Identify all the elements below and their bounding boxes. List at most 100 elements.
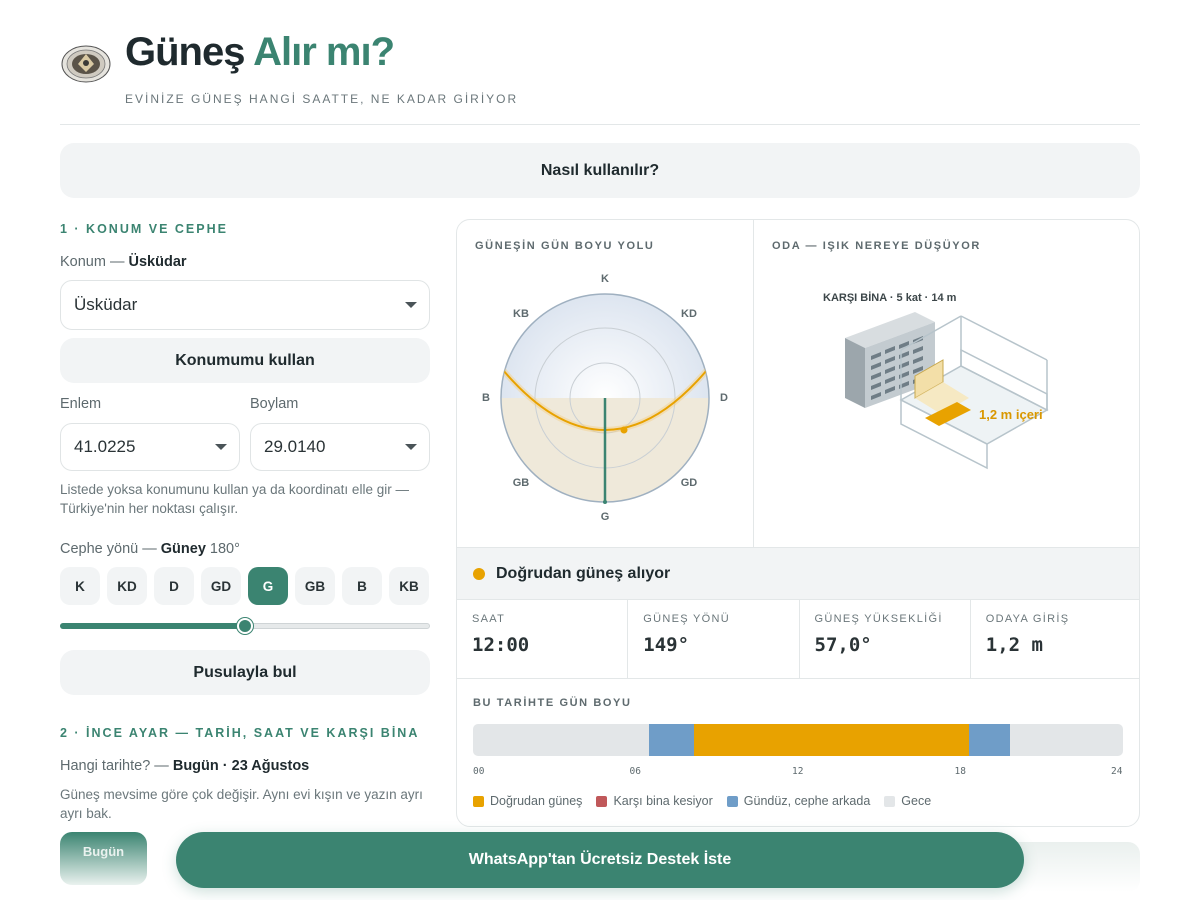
compass-find-button[interactable]: Pusulayla bul [60, 650, 430, 695]
location-label: Konum — Üsküdar [60, 254, 187, 270]
room-diagram: KARŞI BİNA · 5 kat · 14 m 1,2 m içeri [823, 291, 1049, 470]
section-title-location: 1 · KONUM VE CEPHE [60, 222, 228, 236]
sun-status-bar: Doğrudan güneş alıyor [457, 547, 1139, 600]
sun-position-dot [620, 426, 628, 434]
day-timeline-title: BU TARİHTE GÜN BOYU [473, 697, 632, 709]
date-label: Hangi tarihte? — Bugün · 23 Ağustos [60, 758, 309, 774]
timeline-tick-label: 00 [473, 766, 485, 777]
legend-label: Gündüz, cephe arkada [743, 794, 871, 808]
facade-direction-end [603, 500, 607, 504]
stat-key: ODAYA GİRİŞ [985, 613, 1070, 625]
legend-item: Gece [884, 794, 931, 808]
legend-label: Doğrudan güneş [490, 794, 583, 808]
timeline-tick-label: 06 [629, 766, 641, 777]
date-hint: Güneş mevsime göre çok değişir. Aynı evi… [60, 787, 423, 821]
timeline-tick-label: 18 [954, 766, 966, 777]
timeline-tick-label: 12 [792, 766, 804, 777]
title-main: Güneş [125, 30, 245, 74]
stat-room-entry: ODAYA GİRİŞ 1,2 m [971, 600, 1139, 678]
legend-swatch [884, 795, 896, 807]
how-to-use-button[interactable]: Nasıl kullanılır? [60, 143, 1140, 198]
facade-dir-button-kb[interactable]: KB [389, 567, 429, 605]
stat-key: GÜNEŞ YÜKSEKLİĞİ [814, 613, 943, 625]
location-hint: Listede yoksa konumunu kullan ya da koor… [60, 482, 409, 516]
stat-sun-altitude: GÜNEŞ YÜKSEKLİĞİ 57,0° [800, 600, 971, 678]
slider-thumb[interactable] [237, 618, 253, 634]
chevron-down-icon [405, 444, 417, 450]
stat-value: 1,2 m [985, 634, 1043, 656]
title-accent: Alır mı? [253, 30, 395, 74]
timeline-tick-label: 24 [1111, 766, 1123, 777]
lon-select[interactable]: 29.0140 [250, 423, 430, 471]
compass-label-kd: KD [681, 308, 697, 320]
facade-label-prefix: Cephe yönü — [60, 541, 157, 557]
date-label-value: Bugün · 23 Ağustos [172, 758, 310, 774]
compass-label-g: G [601, 511, 610, 523]
facade-label: Cephe yönü — Güney 180° [60, 541, 240, 557]
lat-select[interactable]: 41.0225 [60, 423, 240, 471]
date-label-prefix: Hangi tarihte? — [60, 758, 169, 774]
compass-label-gb: GB [513, 477, 530, 489]
day-timeline-bar [473, 724, 1123, 756]
facade-dir-button-k[interactable]: K [60, 567, 100, 605]
sun-path-diagram: K KD D GD G GB B KB [482, 273, 728, 523]
location-label-prefix: Konum — [60, 254, 125, 270]
facade-dir-button-gb[interactable]: GB [295, 567, 335, 605]
lon-label: Boylam [250, 396, 299, 412]
legend-item: Doğrudan güneş [473, 794, 582, 808]
date-chip-today[interactable]: Bugün [60, 832, 147, 885]
legend-swatch [473, 795, 484, 807]
facade-dir-button-kd[interactable]: KD [107, 567, 147, 605]
compass-label-kb: KB [513, 308, 529, 320]
lon-value: 29.0140 [264, 437, 326, 456]
facade-label-value: Güney [160, 541, 206, 557]
facade-dir-button-d[interactable]: D [154, 567, 194, 605]
timeline-segment-sun [694, 724, 970, 756]
sun-path-title: GÜNEŞİN GÜN BOYU YOLU [475, 240, 655, 252]
sun-status-text: Doğrudan güneş alıyor [496, 564, 671, 582]
legend-item: Karşı bina kesiyor [596, 794, 713, 808]
stat-time: SAAT 12:00 [457, 600, 629, 678]
facade-direction-buttons: K KD D GD G GB B KB [60, 567, 430, 605]
facade-dir-button-gd[interactable]: GD [201, 567, 241, 605]
compass-label-b: B [482, 392, 490, 404]
chevron-down-icon [405, 302, 417, 308]
compass-label-gd: GD [681, 477, 698, 489]
facade-dir-button-b[interactable]: B [342, 567, 382, 605]
day-timeline-ticks: 00 06 12 18 24 [473, 766, 1123, 778]
stat-value: 57,0° [814, 634, 872, 656]
stat-key: GÜNEŞ YÖNÜ [643, 613, 731, 625]
stat-value: 149° [643, 634, 690, 656]
section-title-fine-tune: 2 · İNCE AYAR — TARİH, SAAT VE KARŞI BİN… [60, 726, 420, 740]
lat-label: Enlem [60, 396, 102, 412]
legend-label: Gece [901, 794, 932, 808]
facade-dir-button-g[interactable]: G [248, 567, 288, 605]
legend-swatch [596, 795, 608, 807]
stat-sun-azimuth: GÜNEŞ YÖNÜ 149° [628, 600, 800, 678]
compass-label-d: D [720, 392, 728, 404]
logo-icon [60, 42, 112, 84]
timeline-segment-shade [649, 724, 695, 756]
lat-value: 41.0225 [74, 437, 136, 456]
facade-slider[interactable] [60, 618, 430, 634]
slider-fill [60, 623, 245, 629]
legend-label: Karşı bina kesiyor [613, 794, 713, 808]
stat-key: SAAT [472, 613, 506, 625]
legend-item: Gündüz, cephe arkada [726, 794, 871, 808]
use-my-location-button[interactable]: Konumumu kullan [60, 338, 430, 383]
facade-label-degrees: 180° [209, 541, 240, 557]
results-panel: GÜNEŞİN GÜN BOYU YOLU K KD D GD G GB B K… [456, 219, 1140, 827]
whatsapp-support-button[interactable]: WhatsApp'tan Ücretsiz Destek İste [176, 832, 1024, 888]
legend-swatch [726, 795, 738, 807]
opposite-building-label: KARŞI BİNA · 5 kat · 14 m [823, 291, 957, 304]
location-select-value: Üsküdar [74, 295, 138, 314]
status-dot-icon [473, 567, 485, 580]
chevron-down-icon [215, 444, 227, 450]
panel-divider [753, 220, 754, 547]
sun-depth-label: 1,2 m içeri [979, 407, 1043, 422]
page-subtitle: EVİNİZE GÜNEŞ HANGİ SAATTE, NE KADAR GİR… [125, 92, 519, 106]
stat-value: 12:00 [472, 634, 530, 656]
location-select[interactable]: Üsküdar [60, 280, 430, 330]
room-title: ODA — IŞIK NEREYE DÜŞÜYOR [772, 240, 981, 252]
day-timeline-legend: Doğrudan güneş Karşı bina kesiyor Gündüz, … [473, 794, 931, 808]
